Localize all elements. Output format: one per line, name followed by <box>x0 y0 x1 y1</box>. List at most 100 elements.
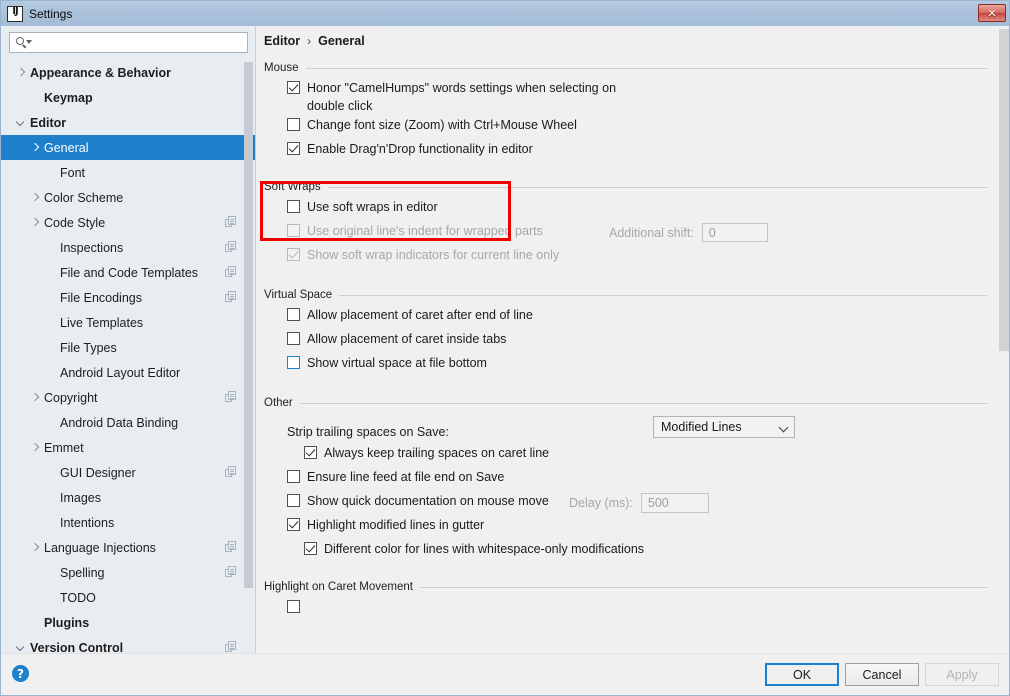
chevron-right-icon[interactable] <box>29 217 40 228</box>
checkbox-enable-dragndrop[interactable]: Enable Drag'n'Drop functionality in edit… <box>257 139 999 163</box>
checkbox-icon[interactable] <box>304 542 317 555</box>
strip-trailing-select[interactable]: Modified Lines <box>653 416 795 438</box>
sidebar-item-label: Emmet <box>44 440 84 455</box>
apply-button[interactable]: Apply <box>925 663 999 686</box>
checkbox-icon[interactable] <box>287 518 300 531</box>
sidebar-item-file-types[interactable]: File Types <box>1 335 255 360</box>
checkbox-label: Enable Drag'n'Drop functionality in edit… <box>307 142 533 156</box>
chevron-right-icon[interactable] <box>29 442 40 453</box>
settings-window: Settings ✕ Appearance & Behavior Keymap Ed… <box>0 0 1010 696</box>
checkbox-ensure-line-feed[interactable]: Ensure line feed at file end on Save <box>257 467 999 491</box>
checkbox-caret-inside-tabs[interactable]: Allow placement of caret inside tabs <box>257 329 999 353</box>
chevron-right-icon[interactable] <box>29 192 40 203</box>
checkbox-icon[interactable] <box>287 470 300 483</box>
chevron-down-icon[interactable] <box>15 117 26 128</box>
checkbox-icon[interactable] <box>287 81 300 94</box>
group-header-mouse: Mouse <box>257 58 999 78</box>
checkbox-icon[interactable] <box>287 600 300 613</box>
sidebar-item-label: File Encodings <box>60 290 142 305</box>
chevron-down-icon[interactable] <box>15 642 26 653</box>
sidebar-item-general[interactable]: General <box>1 135 255 160</box>
sidebar-item-label: Android Data Binding <box>60 415 179 430</box>
sidebar-item-appearance-behavior[interactable]: Appearance & Behavior <box>1 60 255 85</box>
checkbox-change-font-size[interactable]: Change font size (Zoom) with Ctrl+Mouse … <box>257 115 999 139</box>
help-icon[interactable]: ? <box>12 665 29 682</box>
group-highlight-caret-movement: Highlight on Caret Movement <box>257 577 999 621</box>
checkbox-use-soft-wraps[interactable]: Use soft wraps in editor <box>257 197 999 221</box>
sidebar-item-file-and-code-templates[interactable]: File and Code Templates <box>1 260 255 285</box>
sidebar-item-intentions[interactable]: Intentions <box>1 510 255 535</box>
copy-icon <box>225 391 237 403</box>
sidebar-item-android-data-binding[interactable]: Android Data Binding <box>1 410 255 435</box>
sidebar-item-copyright[interactable]: Copyright <box>1 385 255 410</box>
sidebar-item-font[interactable]: Font <box>1 160 255 185</box>
checkbox-label: Ensure line feed at file end on Save <box>307 470 505 484</box>
group-header-other: Other <box>257 393 999 413</box>
sidebar-item-color-scheme[interactable]: Color Scheme <box>1 185 255 210</box>
search-box[interactable] <box>9 32 248 53</box>
checkbox-highlight-modified[interactable]: Highlight modified lines in gutter <box>257 515 999 539</box>
checkbox-icon <box>287 248 300 261</box>
checkbox-icon[interactable] <box>287 332 300 345</box>
copy-icon <box>225 566 237 578</box>
checkbox-caret-after-eol[interactable]: Allow placement of caret after end of li… <box>257 305 999 329</box>
checkbox-label: Use soft wraps in editor <box>307 200 438 214</box>
sidebar-item-code-style[interactable]: Code Style <box>1 210 255 235</box>
additional-shift-input: 0 <box>701 223 768 242</box>
sidebar-scrollbar[interactable] <box>244 60 253 656</box>
sidebar-item-todo[interactable]: TODO <box>1 585 255 610</box>
sidebar-scrollbar-thumb[interactable] <box>244 62 253 588</box>
checkbox-icon[interactable] <box>287 118 300 131</box>
sidebar-item-emmet[interactable]: Emmet <box>1 435 255 460</box>
group-virtual-space: Virtual Space Allow placement of caret a… <box>257 285 999 377</box>
checkbox-icon[interactable] <box>287 308 300 321</box>
checkbox-icon <box>287 224 300 237</box>
settings-tree[interactable]: Appearance & Behavior Keymap Editor General… <box>1 60 255 656</box>
checkbox-icon[interactable] <box>287 356 300 369</box>
chevron-right-icon[interactable] <box>15 67 26 78</box>
checkbox-virtual-space-bottom[interactable]: Show virtual space at file bottom <box>257 353 999 377</box>
sidebar-item-editor[interactable]: Editor <box>1 110 255 135</box>
sidebar-item-language-injections[interactable]: Language Injections <box>1 535 255 560</box>
cancel-button[interactable]: Cancel <box>845 663 919 686</box>
checkbox-different-color[interactable]: Different color for lines with whitespac… <box>257 539 999 563</box>
search-input[interactable] <box>31 35 247 50</box>
close-icon[interactable]: ✕ <box>978 4 1006 22</box>
chevron-right-icon[interactable] <box>29 542 40 553</box>
checkbox-icon[interactable] <box>304 446 317 459</box>
ok-button[interactable]: OK <box>765 663 839 686</box>
checkbox-clipped-row[interactable] <box>257 597 999 621</box>
strip-trailing-label: Strip trailing spaces on Save: <box>287 425 449 439</box>
checkbox-icon[interactable] <box>287 200 300 213</box>
sidebar-item-gui-designer[interactable]: GUI Designer <box>1 460 255 485</box>
checkbox-icon[interactable] <box>287 494 300 507</box>
sidebar-item-label: Color Scheme <box>44 190 124 205</box>
sidebar-item-images[interactable]: Images <box>1 485 255 510</box>
sidebar-item-live-templates[interactable]: Live Templates <box>1 310 255 335</box>
settings-content-pane: Editor › General Mouse Honor "CamelHumps <box>257 26 1009 656</box>
sidebar-item-plugins[interactable]: Plugins <box>1 610 255 635</box>
sidebar-item-keymap[interactable]: Keymap <box>1 85 255 110</box>
sidebar-item-android-layout-editor[interactable]: Android Layout Editor <box>1 360 255 385</box>
additional-shift-label: Additional shift: <box>609 225 694 240</box>
close-glyph: ✕ <box>987 6 997 20</box>
copy-icon <box>225 541 237 553</box>
checkbox-icon[interactable] <box>287 142 300 155</box>
content-scrollbar-thumb[interactable] <box>999 29 1009 351</box>
checkbox-label: Show virtual space at file bottom <box>307 356 487 370</box>
sidebar-item-spelling[interactable]: Spelling <box>1 560 255 585</box>
chevron-right-icon[interactable] <box>29 392 40 403</box>
content-scrollbar[interactable] <box>998 26 1009 656</box>
checkbox-honor-camelhumps[interactable]: Honor "CamelHumps" words settings when s… <box>257 78 999 115</box>
chevron-right-icon[interactable] <box>29 142 40 153</box>
sidebar-item-label: General <box>44 140 89 155</box>
checkbox-always-keep-trailing[interactable]: Always keep trailing spaces on caret lin… <box>257 443 999 467</box>
sidebar-item-inspections[interactable]: Inspections <box>1 235 255 260</box>
sidebar-item-file-encodings[interactable]: File Encodings <box>1 285 255 310</box>
breadcrumb-parent[interactable]: Editor <box>264 34 300 48</box>
